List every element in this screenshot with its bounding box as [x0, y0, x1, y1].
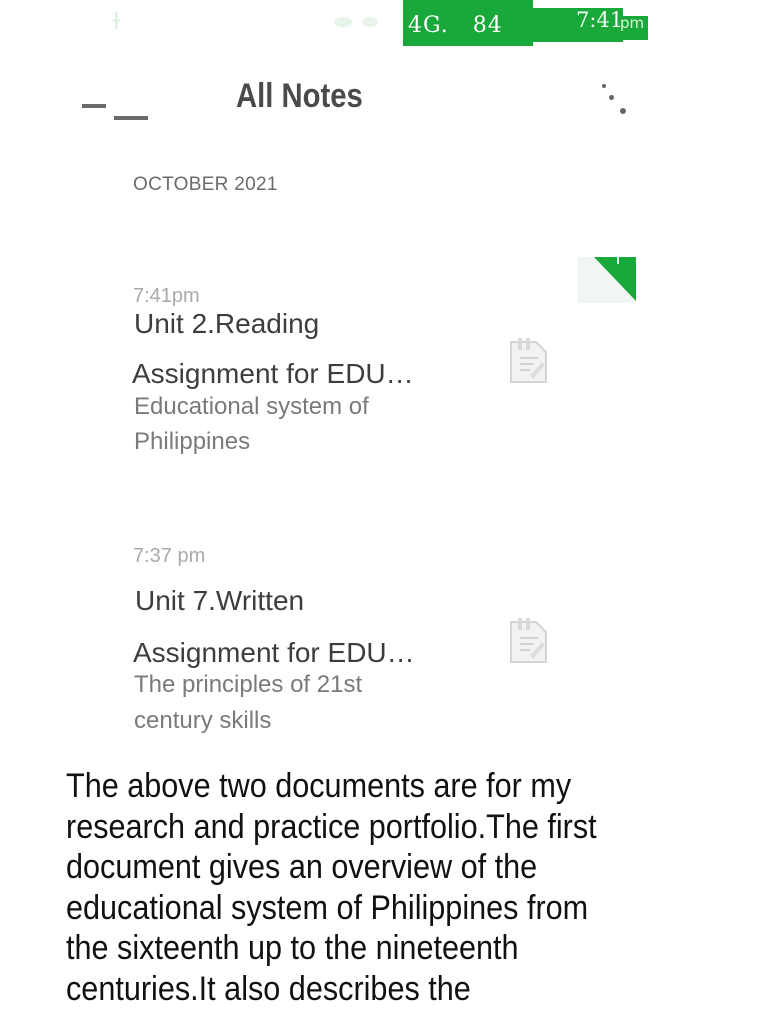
status-dot-icon — [334, 17, 352, 27]
document-icon — [510, 338, 547, 383]
note-time: 7:41pm — [133, 285, 200, 307]
caption-line: educational system of Philippines from — [66, 888, 589, 927]
note-title: Assignment for EDU… — [133, 637, 415, 668]
network-indicator: 4G. 84 — [408, 13, 503, 38]
hamburger-menu-icon[interactable] — [80, 96, 150, 124]
note-snippet: The principles of 21st — [134, 671, 363, 698]
note-snippet: century skills — [134, 707, 272, 734]
caption-text: The above two documents are for my resea… — [66, 766, 642, 1009]
page-title: All Notes — [236, 77, 363, 115]
note-time: 7:37 pm — [133, 545, 206, 567]
battery-level: 84 — [472, 13, 503, 38]
note-list-item[interactable]: 7:37 pm Unit 7.Written Assignment for ED… — [120, 540, 640, 740]
note-title: Unit 2.Reading — [134, 308, 320, 339]
status-time: 7:41 — [576, 8, 624, 32]
caption-line: centuries.It also describes the — [66, 969, 471, 1008]
caption-line: the sixteenth up to the nineteenth — [66, 929, 519, 967]
note-title: Assignment for EDU… — [132, 358, 414, 389]
status-dot-icon — [362, 17, 378, 27]
caption-line: document gives an overview of the — [66, 848, 538, 886]
note-snippet: Philippines — [134, 428, 251, 455]
note-title: Unit 7.Written — [135, 585, 305, 616]
caption-line: The above two documents are for my — [66, 767, 572, 805]
more-dots-icon[interactable] — [598, 80, 632, 120]
note-snippet: Educational system of — [134, 393, 369, 420]
note-list-item[interactable]: 7:41pm Unit 2.Reading Assignment for EDU… — [120, 280, 640, 470]
signal-icon: ɫ — [112, 10, 121, 35]
caption-line: research and practice portfolio.The firs… — [66, 807, 597, 846]
section-header-month: OCTOBER 2021 — [133, 174, 278, 195]
document-icon — [510, 618, 547, 663]
status-ampm: pm — [620, 14, 645, 32]
